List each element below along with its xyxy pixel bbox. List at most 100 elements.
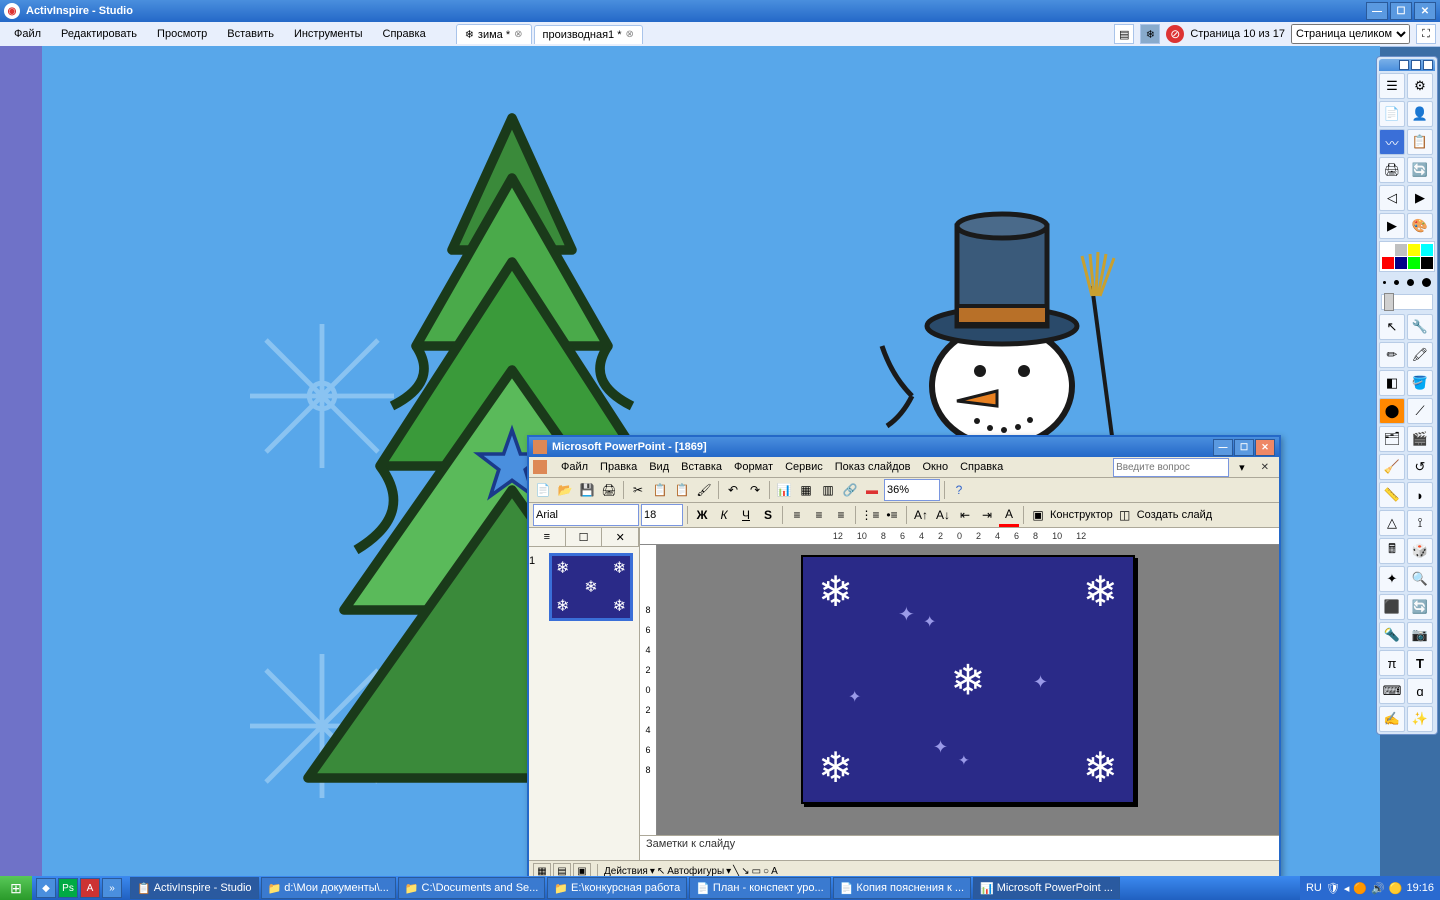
fontsize-combo[interactable] (641, 504, 683, 526)
table-icon[interactable]: ▦ (796, 480, 816, 500)
page-icon[interactable]: ▤ (1114, 24, 1134, 44)
tray-icon[interactable]: 🟠 (1353, 882, 1367, 895)
format-painter-icon[interactable]: 🖌 (694, 480, 714, 500)
menu-tools[interactable]: Инструменты (284, 25, 373, 43)
prev-page-icon[interactable]: ◁ (1379, 185, 1405, 211)
annotate-desktop-icon[interactable]: 〰 (1379, 129, 1405, 155)
pp-menu-service[interactable]: Сервис (779, 459, 829, 475)
dropdown-icon[interactable]: ▾ (1233, 459, 1251, 476)
normal-view-button[interactable]: ▦ (533, 863, 551, 876)
menu-insert[interactable]: Вставить (217, 25, 284, 43)
keyboard-icon[interactable]: ⌨ (1379, 678, 1405, 704)
color-picker-icon[interactable]: 🎨 (1407, 213, 1433, 239)
menu-edit[interactable]: Редактировать (51, 25, 147, 43)
print-icon[interactable]: 🖨 (599, 480, 619, 500)
eraser-icon[interactable]: ◧ (1379, 370, 1405, 396)
menu-file[interactable]: Файл (4, 25, 51, 43)
zoom-select[interactable]: Страница целиком (1291, 24, 1410, 44)
ql-icon[interactable]: Ps (58, 878, 78, 898)
tab-close-icon[interactable]: ⊗ (626, 29, 634, 40)
pp-close-button[interactable]: ✕ (1255, 439, 1275, 456)
pp-maximize-button[interactable]: ☐ (1234, 439, 1254, 456)
powerpoint-window[interactable]: Microsoft PowerPoint - [1869] ― ☐ ✕ Файл… (527, 435, 1281, 876)
ql-icon[interactable]: ◆ (36, 878, 56, 898)
slides-tab[interactable]: ☐ (566, 528, 603, 546)
expand-icon[interactable]: ⛶ (1416, 24, 1436, 44)
increase-indent-icon[interactable]: ⇥ (977, 505, 997, 525)
tray-expand-icon[interactable]: ◂ (1344, 882, 1350, 895)
pp-minimize-button[interactable]: ― (1213, 439, 1233, 456)
textbox-icon[interactable]: A (771, 866, 778, 877)
bold-icon[interactable]: Ж (692, 505, 712, 525)
tray-icon[interactable]: 🛡 (1326, 882, 1340, 895)
start-button[interactable]: ⊞ (0, 876, 32, 900)
language-indicator[interactable]: RU (1306, 882, 1322, 894)
tray-icon[interactable]: 🟡 (1389, 882, 1403, 895)
options-icon[interactable]: ⚙ (1407, 73, 1433, 99)
slide-canvas[interactable]: ❄ ❄ ❄ ❄ ❄ ✦ ✦ ✦ ✦ ✦ ✦ (801, 555, 1135, 804)
bullets-icon[interactable]: •≡ (882, 505, 902, 525)
protractor-icon[interactable]: ◗ (1407, 482, 1433, 508)
slide-thumbnail[interactable]: ❄ ❄ ❄ ❄ ❄ (549, 553, 633, 621)
task-button[interactable]: 📄Копия пояснения к ... (833, 877, 971, 899)
pp-menu-format[interactable]: Формат (728, 459, 779, 475)
task-button[interactable]: 📁d:\Мои документы\... (261, 877, 396, 899)
tray-icon[interactable]: 🔊 (1371, 882, 1385, 895)
pen-width-selector[interactable] (1379, 274, 1435, 290)
dice-icon[interactable]: 🎲 (1407, 538, 1433, 564)
task-button[interactable]: 📁E:\конкурсная работа (547, 877, 687, 899)
pp-doc-close-button[interactable]: ✕ (1255, 460, 1275, 475)
magic-ink-icon[interactable]: ✨ (1407, 706, 1433, 732)
revealer-icon[interactable]: ⬛ (1379, 594, 1405, 620)
calculator-icon[interactable]: 🖩 (1379, 538, 1405, 564)
decrease-font-icon[interactable]: A↓ (933, 505, 953, 525)
tools-icon[interactable]: 🔧 (1407, 314, 1433, 340)
color-palette[interactable] (1379, 241, 1435, 272)
task-button[interactable]: 📁C:\Documents and Se... (398, 877, 545, 899)
print-icon[interactable]: 🖨 (1379, 157, 1405, 183)
menu-help[interactable]: Справка (373, 25, 436, 43)
chart-icon[interactable]: 📊 (774, 480, 794, 500)
origin-icon[interactable]: ✦ (1379, 566, 1405, 592)
profile-icon[interactable]: 📄 (1379, 101, 1405, 127)
cut-icon[interactable]: ✂ (628, 480, 648, 500)
resource-browser-icon[interactable]: 🗂 (1379, 426, 1405, 452)
flipchart-icon[interactable]: 📋 (1407, 129, 1433, 155)
close-button[interactable]: ✕ (1414, 2, 1436, 20)
numbering-icon[interactable]: ⋮≡ (860, 505, 880, 525)
math-tool-icon[interactable]: π (1379, 650, 1405, 676)
task-button[interactable]: 📊Microsoft PowerPoint ... (973, 877, 1120, 899)
clock[interactable]: 19:16 (1406, 882, 1434, 894)
ql-icon[interactable]: A (80, 878, 100, 898)
outline-tab[interactable]: ≡ (529, 528, 566, 546)
align-left-icon[interactable]: ≡ (787, 505, 807, 525)
pp-menu-slideshow[interactable]: Показ слайдов (829, 459, 917, 475)
shape-icon[interactable]: ⬤ (1379, 398, 1405, 424)
refresh-icon[interactable]: 🔄 (1407, 594, 1433, 620)
new-slide-button-label[interactable]: Создать слайд (1137, 509, 1212, 521)
new-icon[interactable]: 📄 (533, 480, 553, 500)
maximize-button[interactable]: ☐ (1390, 2, 1412, 20)
fill-icon[interactable]: 🪣 (1407, 370, 1433, 396)
save-icon[interactable]: 💾 (577, 480, 597, 500)
toolbox-header[interactable] (1379, 59, 1435, 71)
tab-zima[interactable]: ❄ зима * ⊗ (456, 24, 532, 44)
media-icon[interactable]: 🎬 (1407, 426, 1433, 452)
help-search-input[interactable] (1113, 458, 1229, 477)
show-formatting-icon[interactable]: ▬ (862, 480, 882, 500)
connector-icon[interactable]: ⟋ (1407, 398, 1433, 424)
vertical-ruler[interactable]: 864202468 (640, 545, 657, 835)
slideshow-view-button[interactable]: ▣ (573, 863, 591, 876)
zoom-combo[interactable] (884, 479, 940, 501)
design-icon[interactable]: ▣ (1028, 505, 1048, 525)
oval-icon[interactable]: ○ (763, 866, 769, 877)
start-vote-icon[interactable]: ▶ (1379, 213, 1405, 239)
page-reset-icon[interactable]: 🔄 (1407, 157, 1433, 183)
profile2-icon[interactable]: 👤 (1407, 101, 1433, 127)
clear-icon[interactable]: 🧹 (1379, 454, 1405, 480)
text-tool-icon[interactable]: T (1407, 650, 1433, 676)
toolbox-panel[interactable]: ☰⚙ 📄👤 〰📋 🖨🔄 ◁▶ ▶🎨 ↖🔧 ✏🖍 ◧🪣 ⬤⟋ 🗂🎬 🧹↺ 📏◗ △… (1376, 56, 1438, 735)
next-page-icon[interactable]: ▶ (1407, 185, 1433, 211)
actions-menu[interactable]: Действия (604, 866, 648, 877)
pp-titlebar[interactable]: Microsoft PowerPoint - [1869] ― ☐ ✕ (529, 437, 1279, 457)
